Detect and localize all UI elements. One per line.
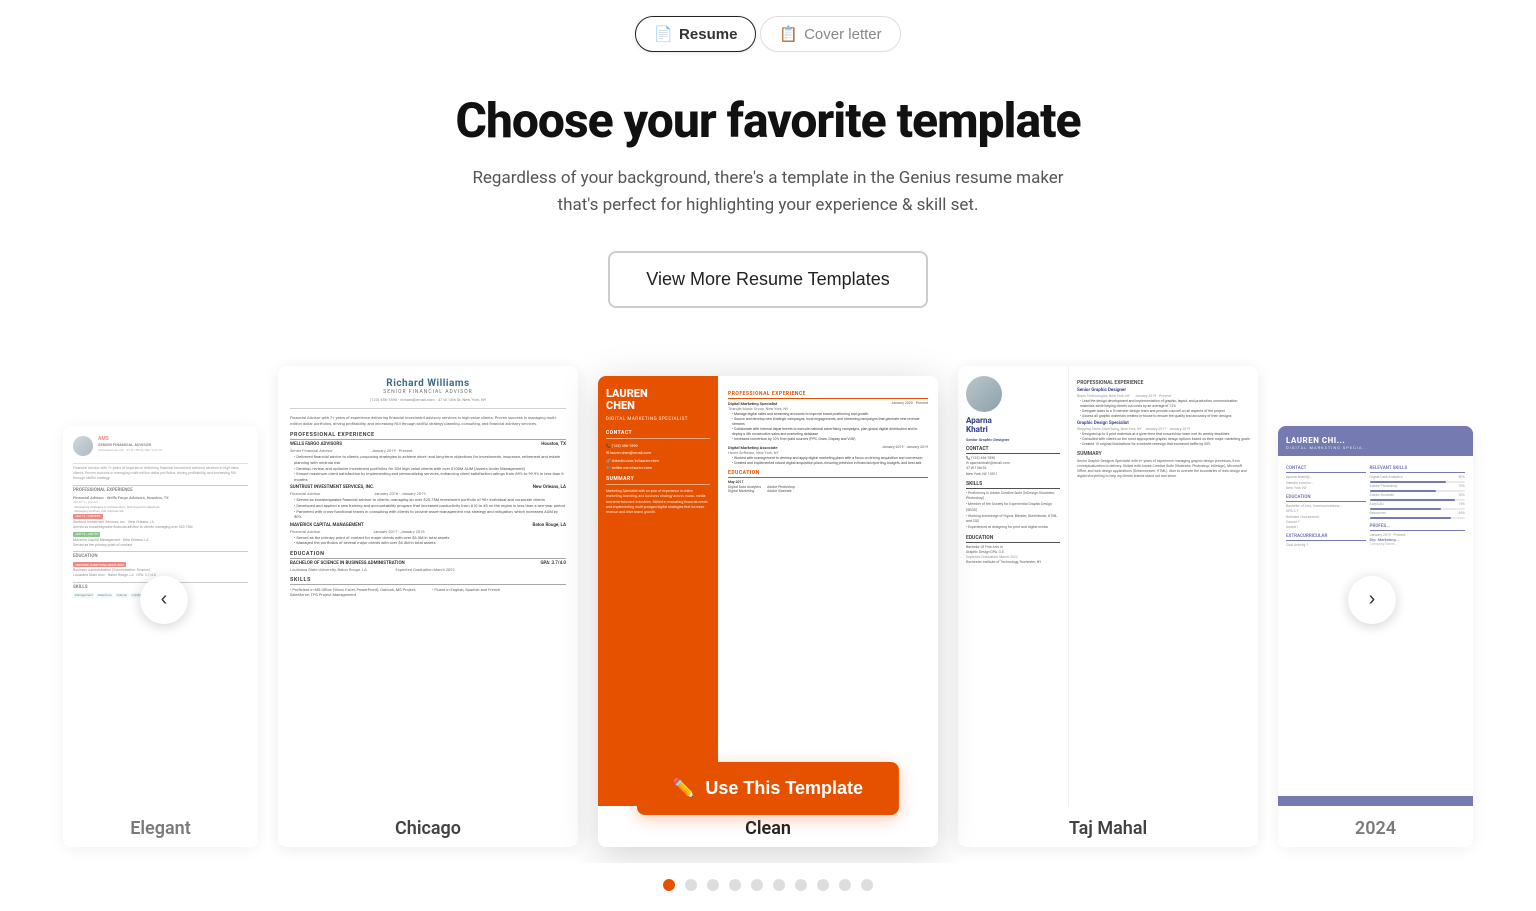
carousel-track: AMS SENIOR FINANCIAL ADVISOR richard@ema… bbox=[0, 366, 1536, 847]
clean-preview: LAURENCHEN DIGITAL MARKETING SPECIALIST … bbox=[598, 376, 938, 806]
tab-cover-letter[interactable]: 📋 Cover letter bbox=[760, 16, 900, 52]
clean-right-panel: PROFESSIONAL EXPERIENCE Digital Marketin… bbox=[718, 376, 938, 806]
template-card-clean[interactable]: LAURENCHEN DIGITAL MARKETING SPECIALIST … bbox=[598, 376, 938, 847]
chicago-exp-title: PROFESSIONAL EXPERIENCE bbox=[290, 432, 566, 440]
chicago-edu-title: EDUCATION bbox=[290, 551, 566, 559]
chevron-right-icon: › bbox=[1369, 588, 1376, 611]
clean-linkedin: 🔗 linkedin.com/in/lauren-chen bbox=[606, 458, 710, 463]
y2024-name: 2024 bbox=[1278, 806, 1473, 847]
elegant-name: Elegant bbox=[63, 806, 258, 847]
dot-7[interactable] bbox=[795, 879, 807, 891]
template-card-tajmahal[interactable]: AparnaKhatri Senior Graphic Designer CON… bbox=[958, 366, 1258, 847]
carousel-prev-button[interactable]: ‹ bbox=[140, 576, 188, 624]
clean-summary: Marketing Specialist with an year of exp… bbox=[606, 489, 710, 515]
dot-4[interactable] bbox=[729, 879, 741, 891]
resume-icon: 📄 bbox=[654, 25, 673, 43]
taj-edu-label: EDUCATION bbox=[966, 535, 1060, 543]
taj-skills-label: SKILLS bbox=[966, 481, 1060, 489]
clean-summary-label: SUMMARY bbox=[606, 476, 710, 485]
dot-1[interactable] bbox=[663, 879, 675, 891]
taj-contact-label: CONTACT bbox=[966, 446, 1060, 454]
dot-9[interactable] bbox=[839, 879, 851, 891]
tab-bar: 📄 Resume 📋 Cover letter bbox=[0, 0, 1536, 52]
clean-left-panel: LAURENCHEN DIGITAL MARKETING SPECIALIST … bbox=[598, 376, 718, 806]
taj-left-panel: AparnaKhatri Senior Graphic Designer CON… bbox=[958, 366, 1068, 806]
tab-resume[interactable]: 📄 Resume bbox=[635, 16, 756, 52]
template-card-chicago[interactable]: Richard Williams SENIOR FINANCIAL ADVISO… bbox=[278, 366, 578, 847]
cover-letter-icon: 📋 bbox=[779, 25, 798, 43]
chicago-person-name: Richard Williams bbox=[290, 378, 566, 389]
clean-phone: 📞 (123) 456-7890 bbox=[606, 443, 710, 448]
taj-summary-label: SUMMARY bbox=[1077, 451, 1250, 457]
y2024-exp-label: PROFES... bbox=[1370, 524, 1465, 531]
y2024-body: CONTACT aparna.khatri@... linkedin.com/i… bbox=[1278, 456, 1473, 796]
carousel-next-button[interactable]: › bbox=[1348, 576, 1396, 624]
use-template-button[interactable]: ✏️ Use This Template bbox=[637, 762, 899, 815]
elegant-avatar bbox=[73, 436, 93, 456]
clean-email: ✉ lauren.chen@email.com bbox=[606, 450, 710, 455]
template-carousel: AMS SENIOR FINANCIAL ADVISOR richard@ema… bbox=[0, 336, 1536, 911]
hero-section: Choose your favorite template Regardless… bbox=[0, 52, 1536, 336]
y2024-contact-label: CONTACT bbox=[1286, 466, 1366, 473]
dot-8[interactable] bbox=[817, 879, 829, 891]
clean-exp-label: PROFESSIONAL EXPERIENCE bbox=[728, 391, 928, 399]
dot-3[interactable] bbox=[707, 879, 719, 891]
tajmahal-name: Taj Mahal bbox=[958, 806, 1258, 847]
dot-5[interactable] bbox=[751, 879, 763, 891]
chicago-skills-title: SKILLS bbox=[290, 577, 566, 585]
chicago-summary: Financial Advisor with 7+ years of exper… bbox=[290, 415, 566, 427]
template-card-elegant[interactable]: AMS SENIOR FINANCIAL ADVISOR richard@ema… bbox=[63, 426, 258, 847]
template-card-2024[interactable]: LAUREN CHI... DIGITAL MARKETING SPECIA..… bbox=[1278, 426, 1473, 847]
y2024-skills-label: RELEVANT SKILLS bbox=[1370, 466, 1465, 473]
clean-person-name: LAURENCHEN bbox=[606, 388, 710, 412]
tajmahal-preview: AparnaKhatri Senior Graphic Designer CON… bbox=[958, 366, 1258, 806]
taj-summary: Senior Graphic Designer Specialist with … bbox=[1077, 459, 1250, 480]
chicago-preview: Richard Williams SENIOR FINANCIAL ADVISO… bbox=[278, 366, 578, 806]
chicago-contact: (123) 456-7890 · richard@email.com · 47 … bbox=[290, 397, 566, 402]
hero-subtitle: Regardless of your background, there's a… bbox=[468, 165, 1068, 219]
view-more-templates-button[interactable]: View More Resume Templates bbox=[608, 251, 927, 308]
taj-right-panel: PROFESSIONAL EXPERIENCE Senior Graphic D… bbox=[1068, 366, 1258, 806]
clean-twitter: 🐦 twitter.com/lauren-chen bbox=[606, 465, 710, 470]
dot-10[interactable] bbox=[861, 879, 873, 891]
clean-person-title: DIGITAL MARKETING SPECIALIST bbox=[606, 417, 710, 422]
y2024-edu-label: EDUCATION bbox=[1286, 495, 1366, 502]
tab-resume-label: Resume bbox=[679, 26, 737, 43]
dot-6[interactable] bbox=[773, 879, 785, 891]
hero-title: Choose your favorite template bbox=[20, 92, 1516, 149]
taj-person-name: AparnaKhatri bbox=[966, 417, 1060, 435]
clean-contact-label: CONTACT bbox=[606, 430, 710, 439]
y2024-person-title: DIGITAL MARKETING SPECIA... bbox=[1286, 445, 1465, 450]
dot-2[interactable] bbox=[685, 879, 697, 891]
chicago-name: Chicago bbox=[278, 806, 578, 847]
tab-cover-letter-label: Cover letter bbox=[804, 26, 882, 43]
y2024-person-name: LAUREN CHI... bbox=[1286, 436, 1465, 445]
y2024-header: LAUREN CHI... DIGITAL MARKETING SPECIA..… bbox=[1278, 426, 1473, 456]
chicago-person-title: SENIOR FINANCIAL ADVISOR bbox=[290, 389, 566, 395]
taj-photo bbox=[966, 376, 1002, 412]
taj-exp-label: PROFESSIONAL EXPERIENCE bbox=[1077, 380, 1250, 386]
use-template-icon: ✏️ bbox=[673, 778, 695, 799]
chevron-left-icon: ‹ bbox=[161, 588, 168, 611]
y2024-extra-label: EXTRACURRICULAR bbox=[1286, 534, 1366, 541]
clean-edu-label: EDUCATION bbox=[728, 470, 928, 478]
use-template-label: Use This Template bbox=[705, 778, 863, 799]
taj-person-title: Senior Graphic Designer bbox=[966, 437, 1060, 442]
carousel-dots bbox=[0, 863, 1536, 911]
